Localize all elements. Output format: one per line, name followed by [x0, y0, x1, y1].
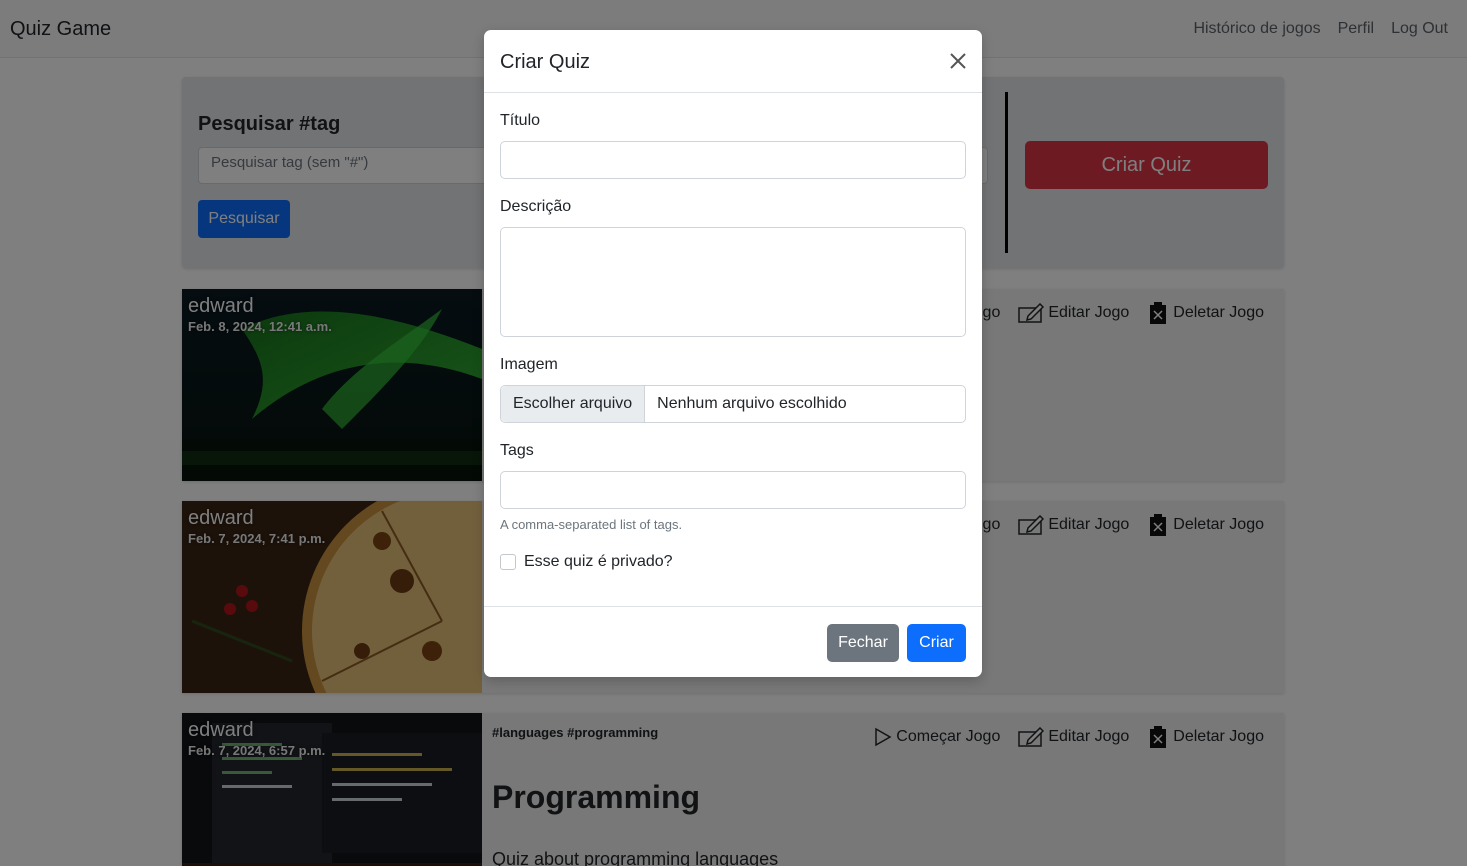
modal-title: Criar Quiz [500, 51, 591, 73]
image-label: Imagem [500, 356, 558, 373]
image-file-input[interactable]: Escolher arquivo Nenhum arquivo escolhid… [500, 385, 966, 423]
tags-help-text: A comma-separated list of tags. [500, 517, 683, 532]
private-checkbox[interactable] [500, 554, 516, 570]
close-icon[interactable] [948, 51, 968, 71]
title-label: Título [500, 112, 541, 129]
tags-input[interactable] [500, 471, 966, 509]
description-textarea[interactable] [500, 227, 966, 337]
modal-header: Criar Quiz [484, 30, 982, 93]
private-label: Esse quiz é privado? [524, 553, 673, 570]
tags-label: Tags [500, 442, 534, 459]
title-input[interactable] [500, 141, 966, 179]
description-label: Descrição [500, 198, 572, 215]
file-status: Nenhum arquivo escolhido [657, 395, 847, 412]
close-button[interactable]: Fechar [827, 624, 899, 662]
choose-file-button[interactable]: Escolher arquivo [501, 386, 646, 422]
submit-button[interactable]: Criar [907, 624, 966, 662]
modal-footer: Fechar Criar [484, 606, 982, 677]
create-quiz-modal: Criar Quiz Título Descrição Imagem Escol… [484, 30, 982, 677]
